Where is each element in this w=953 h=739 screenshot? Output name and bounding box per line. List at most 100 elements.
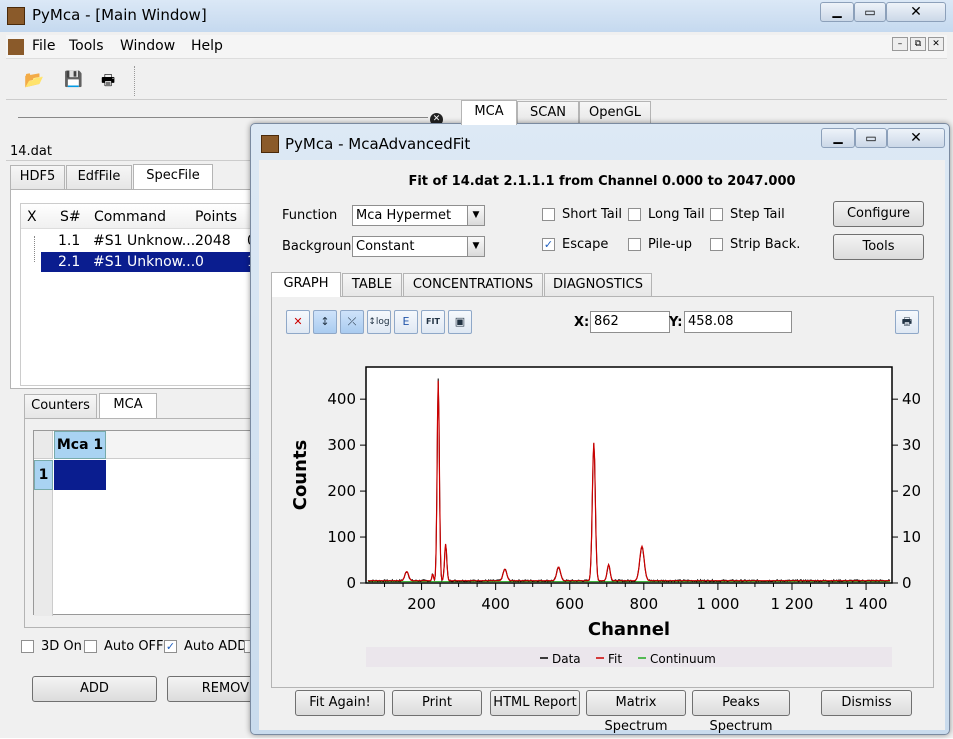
- configure-button[interactable]: Configure: [833, 201, 924, 227]
- legend-label: Continuum: [650, 652, 716, 666]
- tab-specfile[interactable]: SpecFile: [133, 164, 213, 189]
- tab-concentrations[interactable]: CONCENTRATIONS: [403, 273, 543, 297]
- background-select[interactable]: Constant ▼: [352, 236, 485, 257]
- checkbox-pile-up[interactable]: [628, 238, 641, 251]
- checkbox-auto-add[interactable]: ✓: [164, 640, 177, 653]
- y-tick-label: 0: [346, 574, 356, 592]
- x-tick-label: 1 400: [845, 595, 888, 613]
- fit-again-button[interactable]: Fit Again!: [295, 690, 385, 716]
- menu-bar: File Tools Window Help – ⧉ ✕: [6, 35, 947, 59]
- y-tick-label: 100: [327, 528, 356, 546]
- tab-scan[interactable]: SCAN: [517, 101, 579, 125]
- tab-table[interactable]: TABLE: [342, 273, 402, 297]
- maximize-icon[interactable]: ▭: [854, 2, 886, 22]
- x-autoscale-icon[interactable]: ⤫: [340, 310, 364, 334]
- row-s: 2.1: [58, 254, 81, 270]
- checkbox-step-tail[interactable]: [710, 208, 723, 221]
- tab-graph[interactable]: GRAPH: [271, 272, 341, 297]
- checkbox-auto-off[interactable]: [84, 640, 97, 653]
- mca-cell-selected[interactable]: [54, 460, 106, 490]
- fit-body: Fit of 14.dat 2.1.1.1 from Channel 0.000…: [259, 160, 945, 734]
- tab-mca-lower[interactable]: MCA: [99, 393, 157, 418]
- save-graph-icon[interactable]: ▣: [448, 310, 472, 334]
- col-s[interactable]: S#: [60, 209, 81, 225]
- tab-hdf5[interactable]: HDF5: [10, 165, 65, 189]
- row-points: 0: [195, 254, 204, 270]
- fit-heading: Fit of 14.dat 2.1.1.1 from Channel 0.000…: [408, 174, 796, 189]
- y-tick-label-right: 300: [902, 436, 920, 454]
- add-button[interactable]: ADD: [32, 676, 157, 702]
- save-icon[interactable]: 💾: [64, 70, 86, 90]
- fit-minimize-icon[interactable]: ▁: [821, 128, 855, 148]
- y-tick-label: 200: [327, 482, 356, 500]
- reset-zoom-icon[interactable]: ✕: [286, 310, 310, 334]
- y-autoscale-icon[interactable]: ↕: [313, 310, 337, 334]
- mca-table: Mca 1 1: [33, 430, 261, 616]
- scan-table: X S# Command Points N 1.1 #S1 Unknow... …: [20, 203, 261, 386]
- function-label: Function: [282, 208, 338, 223]
- file-separator: [6, 160, 256, 161]
- y-coord-label: Y:: [669, 315, 683, 330]
- print-button[interactable]: Print: [392, 690, 482, 716]
- y-log-icon[interactable]: ↕log: [367, 310, 391, 334]
- tab-diagnostics[interactable]: DIAGNOSTICS: [544, 273, 652, 297]
- y-tick-label-right: 0: [902, 574, 912, 592]
- checkbox-3d-on[interactable]: [21, 640, 34, 653]
- col-command[interactable]: Command: [94, 209, 166, 225]
- y-axis-label: Counts: [290, 440, 311, 511]
- tab-edffile[interactable]: EdfFile: [66, 165, 132, 189]
- function-select[interactable]: Mca Hypermet ▼: [352, 205, 485, 226]
- close-icon[interactable]: ✕: [886, 2, 946, 22]
- tab-counters[interactable]: Counters: [24, 394, 97, 418]
- minimize-icon[interactable]: ▁: [820, 2, 854, 22]
- mdi-minimize-icon[interactable]: –: [892, 37, 908, 51]
- fit-icon[interactable]: FIT: [421, 310, 445, 334]
- y-tick-label-right: 400: [902, 390, 920, 408]
- table-row[interactable]: 1.1 #S1 Unknow... 2048 0: [21, 231, 261, 251]
- mdi-close-icon[interactable]: ✕: [928, 37, 944, 51]
- legend-label: Data: [552, 652, 581, 666]
- fit-window-title: PyMca - McaAdvancedFit: [285, 135, 471, 153]
- spectrum-plot[interactable]: 0 0 100 100 200 200 300 300 400 400 200 400 600 800 1 …: [280, 347, 920, 667]
- print-graph-icon[interactable]: 🖶: [895, 310, 919, 334]
- print-icon[interactable]: 🖶: [101, 70, 123, 90]
- peaks-spectrum-button[interactable]: Peaks Spectrum: [692, 690, 790, 734]
- checkbox-long-tail[interactable]: [628, 208, 641, 221]
- col-x[interactable]: X: [27, 209, 37, 225]
- legend-label: Fit: [608, 652, 622, 666]
- scan-table-header: X S# Command Points N: [21, 204, 261, 229]
- corner-cell: [34, 431, 53, 459]
- open-icon[interactable]: 📂: [24, 70, 46, 90]
- menu-file[interactable]: File: [32, 38, 55, 54]
- matrix-spectrum-button[interactable]: Matrix Spectrum: [586, 690, 686, 734]
- menu-window[interactable]: Window: [120, 38, 175, 54]
- table-row[interactable]: 2.1 #S1 Unknow... 0 1: [41, 252, 261, 272]
- x-tick-label: 200: [407, 595, 436, 613]
- mdi-restore-icon[interactable]: ⧉: [910, 37, 926, 51]
- y-coord-field[interactable]: 458.08: [684, 311, 792, 333]
- fit-window: PyMca - McaAdvancedFit ▁ ▭ ✕ Fit of 14.d…: [250, 123, 950, 735]
- chevron-down-icon: ▼: [467, 237, 484, 256]
- tab-mca[interactable]: MCA: [461, 100, 517, 125]
- energy-icon[interactable]: E: [394, 310, 418, 334]
- menu-tools[interactable]: Tools: [69, 38, 104, 54]
- col-points[interactable]: Points: [195, 209, 237, 225]
- graph-pane: ✕ ↕ ⤫ ↕log E FIT ▣ X: 862 Y: 458.08 🖶 00…: [271, 296, 934, 688]
- tab-opengl[interactable]: OpenGL: [579, 101, 651, 125]
- x-coord-field[interactable]: 862: [590, 311, 670, 333]
- fit-close-icon[interactable]: ✕: [887, 128, 945, 148]
- y-tick-label-right: 200: [902, 482, 920, 500]
- dismiss-button[interactable]: Dismiss: [821, 690, 912, 716]
- checkbox-short-tail[interactable]: [542, 208, 555, 221]
- fit-maximize-icon[interactable]: ▭: [855, 128, 887, 148]
- mca-row-header[interactable]: 1: [34, 460, 53, 490]
- checkbox-escape[interactable]: ✓: [542, 238, 555, 251]
- menu-help[interactable]: Help: [191, 38, 223, 54]
- mca-col-header[interactable]: Mca 1: [54, 431, 106, 459]
- label-step-tail: Step Tail: [730, 207, 785, 222]
- label-pile-up: Pile-up: [648, 237, 692, 252]
- checkbox-strip-back[interactable]: [710, 238, 723, 251]
- html-report-button[interactable]: HTML Report: [490, 690, 580, 716]
- header-fill: [106, 431, 261, 459]
- tools-button[interactable]: Tools: [833, 234, 924, 260]
